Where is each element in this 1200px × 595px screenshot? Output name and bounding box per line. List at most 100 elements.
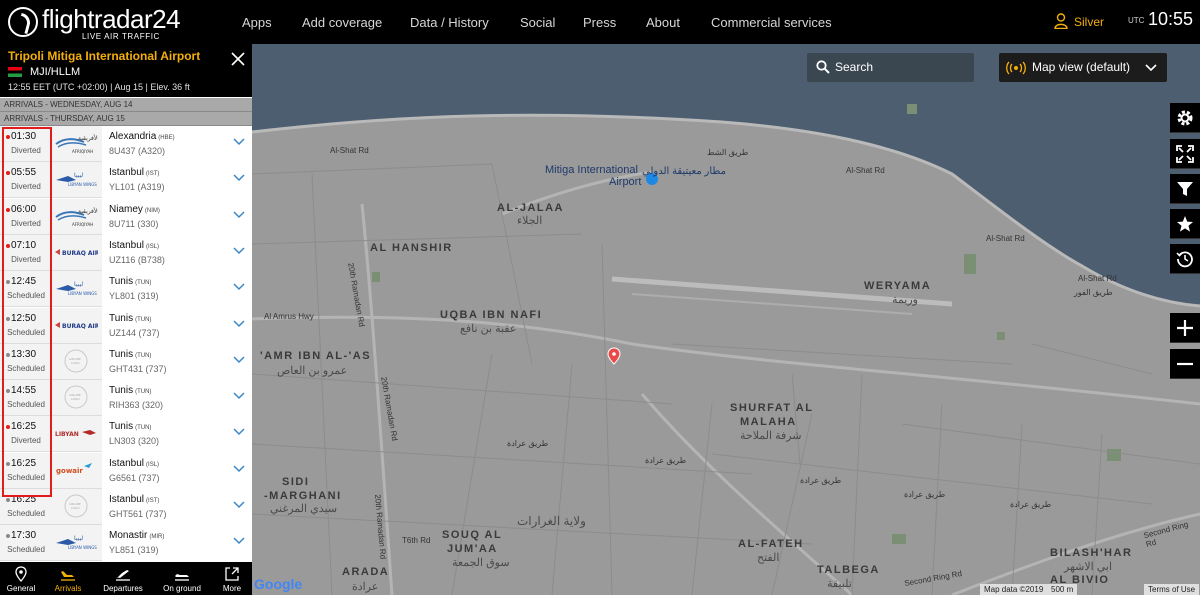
origin-city: Tunis (TUN): [109, 312, 152, 324]
airline-logo: BURAQ AIR: [54, 312, 102, 340]
district-label-ar: عرادة: [352, 581, 379, 593]
map-canvas[interactable]: مطار معيتيقة الدولي Mitiga International…: [252, 44, 1200, 595]
airport-name: Tripoli Mitiga International Airport: [8, 49, 201, 63]
chevron-down-icon[interactable]: [233, 138, 245, 146]
search-icon: [816, 60, 830, 74]
tab-general[interactable]: General: [0, 562, 42, 595]
svg-text:LOGO: LOGO: [71, 397, 80, 401]
zoom-out-button[interactable]: [1170, 349, 1200, 379]
flight-number: YL851 (319): [109, 545, 159, 556]
nav-apps[interactable]: Apps: [242, 0, 272, 44]
map-view-dropdown[interactable]: Map view (default): [999, 53, 1167, 82]
airline-logo: الأفريقية AFRIQIYAH: [54, 130, 102, 158]
airport-marker-label-1[interactable]: Mitiga International: [545, 164, 638, 176]
flight-details: Niamey (NIM) 8U711 (330): [102, 198, 252, 235]
map-base-layer: [252, 44, 1200, 595]
chevron-down-icon[interactable]: [233, 356, 245, 364]
filter-icon: [1177, 182, 1193, 196]
chevron-down-icon[interactable]: [233, 174, 245, 182]
map-scale: 500 m: [1047, 584, 1078, 595]
nav-add-coverage[interactable]: Add coverage: [302, 0, 382, 44]
road-label: طريق عرادة: [1010, 500, 1052, 509]
svg-text:LIBYAN WINGS: LIBYAN WINGS: [68, 291, 97, 296]
favorites-button[interactable]: [1170, 209, 1200, 239]
road-label: طريق عرادة: [800, 476, 842, 485]
flight-row[interactable]: 17:30 Scheduled ليبيا LIBYAN WINGS Monastir(…: [0, 525, 252, 562]
chevron-down-icon[interactable]: [233, 537, 245, 545]
account-tier: Silver: [1074, 15, 1105, 29]
diverted-highlight-box: [2, 127, 52, 497]
account-button[interactable]: Silver: [1054, 12, 1104, 32]
svg-text:الأفريقية: الأفريقية: [78, 207, 98, 215]
flight-number: GHT431 (737): [109, 363, 167, 374]
chevron-down-icon[interactable]: [233, 428, 245, 436]
svg-text:الأفريقية: الأفريقية: [78, 134, 98, 142]
chevron-down-icon[interactable]: [233, 465, 245, 473]
map-search[interactable]: [807, 53, 974, 82]
district-label-ar: ابي الاشهر: [1064, 561, 1113, 573]
chevron-down-icon[interactable]: [233, 392, 245, 400]
district-label: BILASH'HAR: [1050, 547, 1133, 559]
day-header-previous[interactable]: ARRIVALS - WEDNESDAY, AUG 14: [0, 98, 252, 112]
district-label: 'AMR IBN AL-'AS: [260, 350, 372, 362]
status-dot: [6, 534, 10, 539]
airport-marker-label-2[interactable]: Airport: [609, 176, 641, 188]
origin-iata: (TUN): [135, 280, 152, 287]
chevron-down-icon[interactable]: [233, 501, 245, 509]
search-input[interactable]: [832, 53, 972, 82]
flightradar24-logo[interactable]: flightradar24 LIVE AIR TRAFFIC: [8, 4, 181, 41]
zoom-in-button[interactable]: [1170, 313, 1200, 343]
utc-label: UTC: [1128, 16, 1145, 25]
airport-header: Tripoli Mitiga International Airport MJI…: [0, 44, 252, 97]
flight-details: Istanbul (ISL) UZ116 (B738): [102, 234, 252, 271]
origin-city: Alexandria (HBE): [109, 131, 175, 142]
airline-logo: الأفريقية AFRIQIYAH: [54, 203, 102, 231]
chevron-down-icon[interactable]: [233, 247, 245, 255]
terms-link[interactable]: Terms of Use: [1144, 584, 1200, 595]
playback-button[interactable]: [1170, 244, 1200, 274]
district-label: AL-JALAA: [497, 202, 564, 214]
fullscreen-button[interactable]: [1170, 139, 1200, 169]
district-label: WERYAMA: [864, 280, 932, 292]
nav-commercial-services[interactable]: Commercial services: [711, 0, 832, 44]
airline-logo: LIBYAN: [54, 420, 102, 448]
flight-status: Scheduled: [7, 545, 45, 555]
flight-number: UZ116 (B738): [109, 254, 165, 265]
flight-number: YL101 (A319): [109, 182, 165, 193]
airport-marker-arabic: مطار معيتيقة الدولي: [642, 166, 726, 177]
flight-number: G6561 (737): [109, 472, 160, 483]
svg-text:BURAQ AIR: BURAQ AIR: [62, 323, 98, 330]
origin-city: Tunis (TUN): [109, 385, 152, 397]
nav-press[interactable]: Press: [583, 0, 616, 44]
tab-departures[interactable]: Departures: [96, 562, 150, 595]
panel-tab-bar: General Arrivals Departures On ground Mo…: [0, 562, 252, 595]
chevron-down-icon[interactable]: [233, 319, 245, 328]
nav-data-history[interactable]: Data / History: [410, 0, 489, 44]
tab-on-ground[interactable]: On ground: [155, 562, 209, 595]
external-link-icon: [225, 567, 239, 581]
grounded-plane-icon: [175, 574, 189, 581]
airline-logo: ليبيا LIBYAN WINGS: [54, 275, 102, 303]
chevron-down-icon[interactable]: [233, 283, 245, 291]
filter-button[interactable]: [1170, 174, 1200, 204]
district-label-ar: الجلاء: [517, 215, 543, 227]
origin-city: Tunis (TUN): [109, 348, 152, 360]
tab-arrivals-label: Arrivals: [54, 584, 82, 593]
chevron-down-icon[interactable]: [233, 211, 245, 219]
svg-text:AFRIQIYAH: AFRIQIYAH: [72, 149, 93, 154]
svg-text:LIBYAN WINGS: LIBYAN WINGS: [68, 545, 97, 550]
district-label: MALAHA: [740, 416, 797, 428]
origin-iata: (TUN): [135, 316, 152, 323]
tab-arrivals[interactable]: Arrivals: [44, 562, 92, 595]
flight-number: RIH363 (320): [109, 400, 164, 411]
nav-about[interactable]: About: [646, 0, 680, 44]
origin-iata: (NIM): [144, 207, 160, 214]
close-icon[interactable]: [230, 51, 246, 67]
status-dot: [6, 498, 10, 502]
district-label: -MARGHANI: [264, 490, 342, 502]
broadcast-icon: [1006, 61, 1026, 75]
flight-details: Istanbul (ISL) G6561 (737): [102, 452, 252, 489]
settings-button[interactable]: [1170, 103, 1200, 133]
tab-more[interactable]: More: [212, 562, 252, 595]
nav-social[interactable]: Social: [520, 0, 555, 44]
